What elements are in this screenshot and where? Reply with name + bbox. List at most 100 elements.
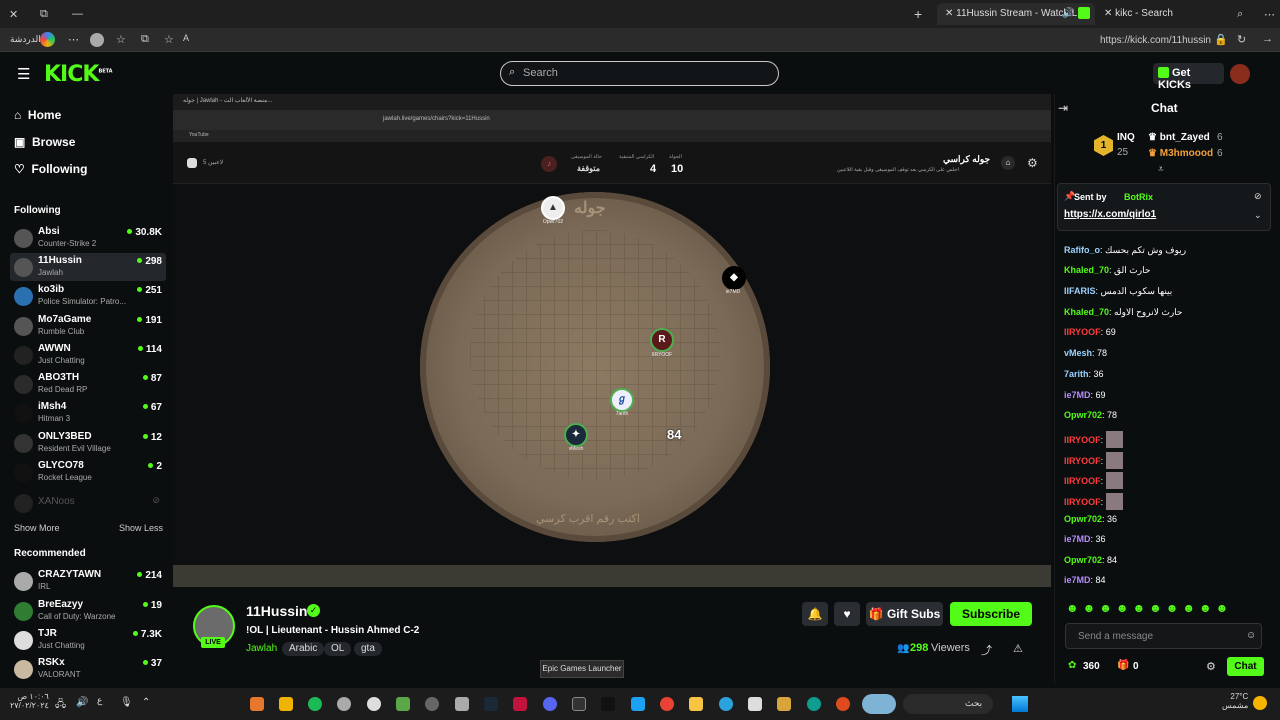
chevron-up-icon[interactable]: ⌃ [142,697,150,708]
tab-kikc-search[interactable]: ✕ kikc - Search [1096,3,1246,25]
search-input[interactable]: ⌕ Search [500,61,779,86]
channel-item[interactable]: GLYCO78 Rocket League 2 [10,458,166,486]
app-icon[interactable] [396,697,410,711]
app-icon[interactable] [513,697,527,711]
more-icon[interactable]: ⋯ [68,33,79,46]
show-more-button[interactable]: Show More [14,523,60,533]
unpin-icon[interactable]: ⊘ [1254,191,1262,202]
chat-username[interactable]: Opwr702 [1064,514,1102,524]
channel-item[interactable]: ABO3TH Red Dead RP 87 [10,370,166,398]
show-less-button[interactable]: Show Less [119,523,163,533]
tab-actions-icon[interactable]: ⧉ [40,8,48,21]
edge-icon[interactable] [807,697,821,711]
telegram-icon[interactable] [719,697,733,711]
chevron-down-icon[interactable]: ⌄ [1254,210,1262,221]
menu-icon[interactable]: ☰ [17,65,30,83]
channel-item[interactable]: CRAZYTAWN IRL 214 [10,567,166,595]
nav-home[interactable]: ⌂ Home [14,108,61,122]
emote-icon[interactable]: ☻☻☻☻☻☻☻☻☻☻ [1066,601,1232,615]
read-aloud-icon[interactable]: A [183,33,189,43]
app-icon[interactable] [279,697,293,711]
chat-username[interactable]: Opwr702 [1064,555,1102,565]
pinned-link[interactable]: https://x.com/qirlo1 [1064,209,1156,220]
app-icon[interactable] [777,697,791,711]
app-icon[interactable] [836,697,850,711]
kick-logo[interactable]: KICKBETA [44,62,113,87]
chat-settings-icon[interactable]: ⚙ [1206,660,1216,673]
channel-item[interactable]: iMsh4 Hitman 3 67 [10,399,166,427]
follow-button[interactable]: ♥ [834,602,860,626]
channel-item[interactable]: TJR Just Chatting 7.3K [10,626,166,654]
tiktok-icon[interactable] [601,697,615,711]
user-avatar[interactable] [1230,64,1250,84]
app-icon[interactable] [250,697,264,711]
windows-start-icon[interactable] [1012,696,1028,712]
chat-username[interactable]: Khaled_70 [1064,265,1109,275]
expand-leaderboard-icon[interactable]: ⩡ [1158,164,1164,175]
language-indicator[interactable]: ع [97,695,102,706]
emoji-icon[interactable]: ☺ [1246,630,1256,641]
chat-username[interactable]: Khaled_70 [1064,307,1109,317]
close-tab-icon[interactable]: ✕ [945,8,956,19]
close-window-icon[interactable]: ✕ [9,8,18,21]
settings-icon[interactable] [455,697,469,711]
chat-username[interactable]: IIRYOOF [1064,476,1101,486]
collapse-chat-icon[interactable]: ⇥ [1058,101,1068,115]
new-tab-icon[interactable]: + [914,6,922,22]
steam-icon[interactable] [484,697,498,711]
chat-username[interactable]: Rafifo_o [1064,245,1100,255]
app-icon[interactable] [337,697,351,711]
forward-icon[interactable]: → [1262,33,1273,45]
channel-item[interactable]: XANoos ⊘ [10,489,166,517]
channel-points[interactable]: 360 [1083,661,1100,672]
subscribe-button[interactable]: Subscribe [950,602,1032,626]
stream-category[interactable]: Jawlah [246,643,277,654]
microphone-icon[interactable]: 🎙 [120,697,133,708]
spotify-icon[interactable] [308,697,322,711]
gift-count[interactable]: 0 [1133,661,1139,672]
channel-item[interactable]: RSKx VALORANT 37 [10,655,166,683]
send-chat-button[interactable]: Chat [1227,657,1264,676]
search-icon[interactable]: ⌕ [1237,8,1243,21]
epic-games-icon[interactable] [572,697,586,711]
channel-item[interactable]: AWWN Just Chatting 114 [10,341,166,369]
get-kicks-button[interactable]: Get KICKs [1153,63,1224,91]
more-icon[interactable]: ⋯ [1264,8,1275,21]
chat-username[interactable]: IIRYOOF [1064,435,1101,445]
file-explorer-icon[interactable] [689,697,703,711]
chatgpt-icon[interactable] [367,697,381,711]
chat-message-input[interactable]: Send a message ☺ [1065,623,1262,649]
favorites-icon[interactable]: ☆ [116,33,126,46]
chat-username[interactable]: IIRYOOF [1064,497,1101,507]
emote-bar[interactable]: ☻☻☻☻☻☻☻☻☻☻ [1066,601,1232,615]
collections-icon[interactable]: ⧉ [141,33,149,46]
url-field[interactable]: https://kick.com/11hussin [1100,35,1211,46]
minimize-icon[interactable]: — [72,8,83,20]
chat-username[interactable]: vMesh [1064,348,1092,358]
close-tab-icon[interactable]: ✕ [1104,8,1115,19]
stream-tag[interactable]: gta [354,642,382,656]
gift-subs-button[interactable]: 🎁 Gift Subs [866,602,943,626]
channel-item[interactable]: BreEazyy Call of Duty: Warzone 19 [10,597,166,625]
twitter-icon[interactable] [631,697,645,711]
speaker-icon[interactable]: 🔊 [1062,8,1074,19]
nav-following[interactable]: ♡ Following [14,162,87,176]
chat-username[interactable]: IIFARIS [1064,286,1096,296]
add-favorite-icon[interactable]: ☆ [164,33,174,46]
chat-username[interactable]: ie7MD [1064,575,1091,585]
share-icon[interactable]: ⤴ [981,642,992,658]
report-icon[interactable]: ⚠ [1013,642,1023,655]
stream-tag[interactable]: OL [324,642,352,656]
chat-username[interactable]: IIRYOOF [1064,327,1101,337]
widgets-icon[interactable] [862,694,896,714]
volume-icon[interactable]: 🔊 [76,697,88,708]
chat-username[interactable]: Opwr702 [1064,410,1102,420]
chat-username[interactable]: ie7MD [1064,534,1091,544]
copilot-icon[interactable] [40,32,55,47]
notification-bell-button[interactable]: 🔔 [802,602,828,626]
channel-item[interactable]: ONLY3BED Resident Evil Village 12 [10,429,166,457]
clock[interactable]: ١٠:٠٦ ص ٢٧/٠٢/٢٠٢٤ [10,692,49,710]
profile-label[interactable]: الدردشة [10,34,41,45]
channel-name[interactable]: 11Hussin [246,603,307,619]
app-icon[interactable] [748,697,762,711]
